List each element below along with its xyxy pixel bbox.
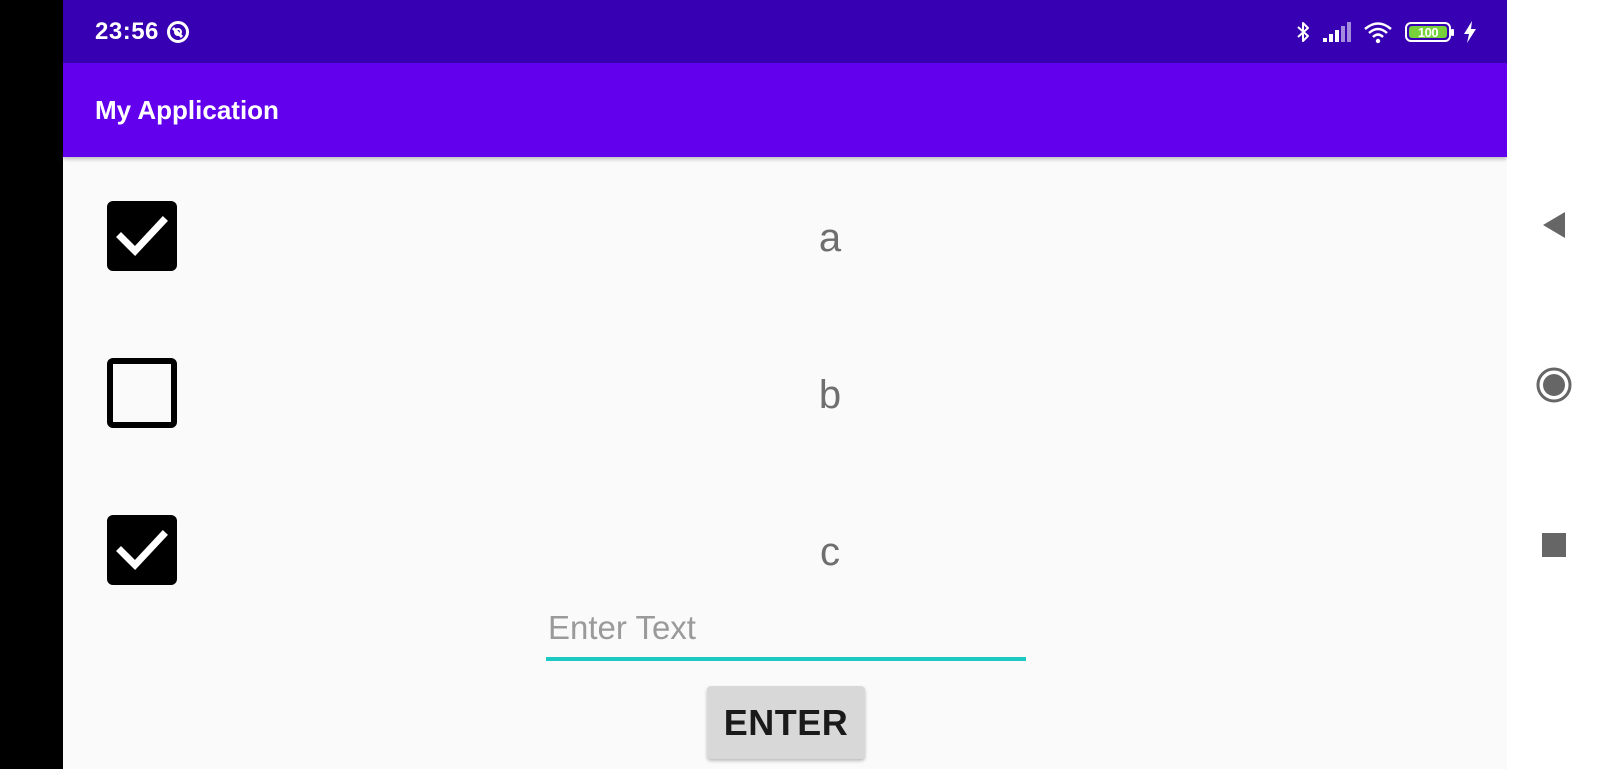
charging-icon [1463, 21, 1477, 43]
checkmark-icon [116, 530, 168, 571]
app-title: My Application [95, 95, 279, 125]
no-disturb-icon [166, 20, 190, 44]
enter-button[interactable]: ENTER [707, 686, 865, 759]
bluetooth-icon [1295, 20, 1311, 44]
wifi-icon [1363, 20, 1393, 44]
checkmark-icon [116, 216, 168, 257]
status-bar: 23:56 100 [63, 0, 1507, 63]
home-button[interactable] [1534, 365, 1574, 405]
recents-button[interactable] [1534, 525, 1574, 565]
recents-icon [1542, 533, 1566, 557]
checkbox-c-label: c [820, 530, 840, 574]
app-screen: 23:56 100 My Application a b c Enter Tex… [63, 0, 1507, 769]
status-time: 23:56 [95, 18, 159, 45]
back-icon [1543, 212, 1565, 238]
home-icon [1536, 367, 1572, 403]
checkbox-b-label: b [818, 373, 842, 417]
navigation-bar [1507, 0, 1600, 769]
checkbox-a-label: a [818, 216, 842, 260]
status-icons: 100 [1295, 18, 1477, 46]
checkbox-b[interactable] [107, 358, 177, 428]
checkbox-a[interactable] [107, 201, 177, 271]
checkbox-c[interactable] [107, 515, 177, 585]
back-button[interactable] [1534, 205, 1574, 245]
battery-level: 100 [1417, 24, 1439, 40]
app-bar: My Application [63, 63, 1507, 157]
signal-icon [1323, 22, 1351, 42]
battery-icon: 100 [1405, 22, 1454, 42]
left-edge-bar [0, 0, 63, 769]
text-input[interactable] [546, 605, 1026, 661]
